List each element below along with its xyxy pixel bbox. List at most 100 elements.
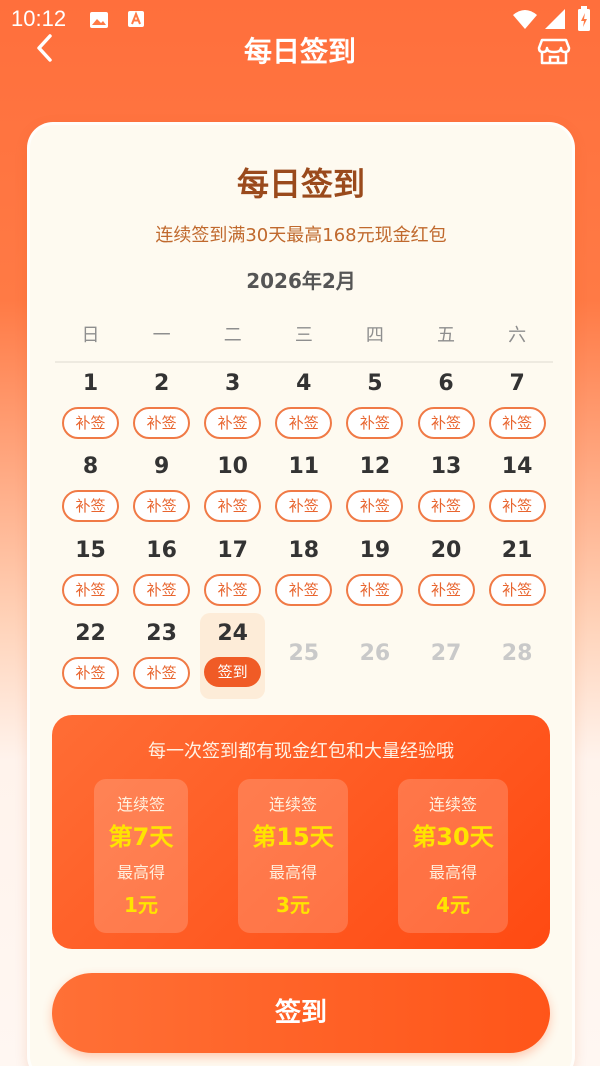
day-number: 12 [359,454,391,480]
weekday-label: 一 [152,325,171,346]
day-number: 1 [82,371,99,396]
store-icon [537,38,571,65]
makeup-sign-button[interactable]: 补签 [417,407,475,439]
calendar-day-5[interactable]: 5 补签 [339,369,410,451]
day-number: 7 [509,371,525,396]
calendar-day-15[interactable]: 15 补签 [55,536,126,618]
card-title: 每日签到 [236,165,365,203]
day-number: 14 [501,454,533,480]
makeup-sign-button[interactable]: 补签 [275,407,333,439]
reward-caption: 最高得 [428,863,477,882]
calendar-day-1[interactable]: 1 补签 [55,369,126,451]
page-title: 每日签到 [243,35,356,68]
makeup-sign-button[interactable]: 补签 [346,490,404,523]
calendar-day-8[interactable]: 8 补签 [55,452,126,534]
day-number: 5 [367,371,383,396]
day-number: 19 [359,537,391,563]
calendar-day-6[interactable]: 6 补签 [411,369,482,451]
makeup-sign-button[interactable]: 补签 [488,407,546,439]
makeup-sign-button[interactable]: 补签 [204,490,262,523]
calendar-day-24[interactable]: 24 签到 [197,612,268,701]
reward-caption: 最高得 [116,863,165,882]
makeup-sign-button[interactable]: 补签 [62,573,119,606]
day-number: 13 [430,454,462,480]
reward-title: 每一次签到都有现金红包和大量经验哦 [148,741,454,762]
makeup-sign-button[interactable]: 补签 [133,490,191,523]
makeup-sign-button[interactable]: 补签 [62,656,119,689]
makeup-sign-button[interactable]: 补签 [133,407,191,439]
day-number: 6 [438,371,454,396]
day-number: 18 [288,537,320,563]
day-number: 15 [75,537,106,563]
reward-tier-15: 连续签 第15天 最高得 3元 [238,779,348,933]
calendar-day-3[interactable]: 3 补签 [197,369,268,451]
card-subtitle: 连续签到满30天最高168元现金红包 [155,225,447,246]
makeup-sign-button[interactable]: 补签 [346,573,404,606]
day-number: 2 [153,371,170,396]
weekday-header: 日 一 二 三 四 五 六 [55,321,553,361]
reward-days: 第30天 [412,823,494,851]
calendar-day-23[interactable]: 23 补签 [126,619,197,701]
calendar-day-11[interactable]: 11 补签 [268,452,339,534]
makeup-sign-button[interactable]: 补签 [275,490,333,523]
calendar-day-12[interactable]: 12 补签 [339,452,410,534]
reward-tier-7: 连续签 第7天 最高得 1元 [94,779,188,933]
day-number: 4 [296,371,312,396]
makeup-sign-button[interactable]: 补签 [62,490,119,523]
day-number: 23 [146,620,177,646]
sign-in-button[interactable]: 签到 [52,973,550,1053]
checkin-card: 每日签到 连续签到满30天最高168元现金红包 2026年2月 日 一 二 三 … [27,122,575,1066]
makeup-sign-button[interactable]: 补签 [133,656,191,689]
calendar-day-7[interactable]: 7 补签 [482,369,553,451]
calendar-day-4[interactable]: 4 补签 [268,369,339,451]
reward-caption: 最高得 [268,863,317,882]
weekday-label: 二 [223,325,242,346]
makeup-sign-button[interactable]: 补签 [417,490,475,523]
makeup-sign-button[interactable]: 补签 [417,573,475,606]
makeup-sign-button[interactable]: 补签 [62,407,119,439]
day-number: 22 [75,620,106,646]
day-number: 25 [288,640,320,666]
calendar-day-20[interactable]: 20 补签 [411,536,482,618]
makeup-sign-button[interactable]: 补签 [488,490,546,523]
calendar-day-27: 27 [411,619,482,701]
makeup-sign-button[interactable]: 补签 [488,573,546,606]
calendar-day-2[interactable]: 2 补签 [126,369,197,451]
reward-caption: 连续签 [428,795,477,814]
calendar-day-9[interactable]: 9 补签 [126,452,197,534]
day-number: 28 [501,640,533,666]
makeup-sign-button[interactable]: 补签 [204,573,262,606]
weekday-label: 六 [508,325,527,346]
calendar-day-16[interactable]: 16 补签 [126,536,197,618]
reward-panel: 每一次签到都有现金红包和大量经验哦 连续签 第7天 最高得 1元 连续签 第15… [52,715,550,949]
reward-amount: 1元 [124,893,158,917]
calendar-day-13[interactable]: 13 补签 [411,452,482,534]
day-number: 27 [430,640,462,666]
reward-caption: 连续签 [116,795,165,814]
calendar-day-26: 26 [339,619,410,701]
calendar-day-19[interactable]: 19 补签 [339,536,410,618]
reward-amount: 3元 [276,893,310,917]
day-number: 8 [82,454,99,480]
day-number: 11 [288,454,320,480]
makeup-sign-button[interactable]: 补签 [204,407,262,439]
weekday-label: 日 [81,325,100,346]
weekday-label: 三 [294,325,313,346]
calendar-day-28: 28 [482,619,553,701]
calendar-day-14[interactable]: 14 补签 [482,452,553,534]
today-sign-button[interactable]: 签到 [204,656,262,687]
calendar-day-22[interactable]: 22 补签 [55,619,126,701]
calendar-day-18[interactable]: 18 补签 [268,536,339,618]
calendar-day-21[interactable]: 21 补签 [482,536,553,618]
makeup-sign-button[interactable]: 补签 [275,573,333,606]
makeup-sign-button[interactable]: 补签 [133,573,191,606]
day-number: 9 [153,454,170,480]
shop-button[interactable] [534,30,574,70]
makeup-sign-button[interactable]: 补签 [346,407,404,439]
calendar-day-10[interactable]: 10 补签 [197,452,268,534]
calendar-day-17[interactable]: 17 补签 [197,536,268,618]
weekday-label: 五 [437,325,456,346]
day-number: 10 [217,454,248,480]
day-number: 21 [501,537,533,563]
reward-amount: 4元 [436,893,470,917]
